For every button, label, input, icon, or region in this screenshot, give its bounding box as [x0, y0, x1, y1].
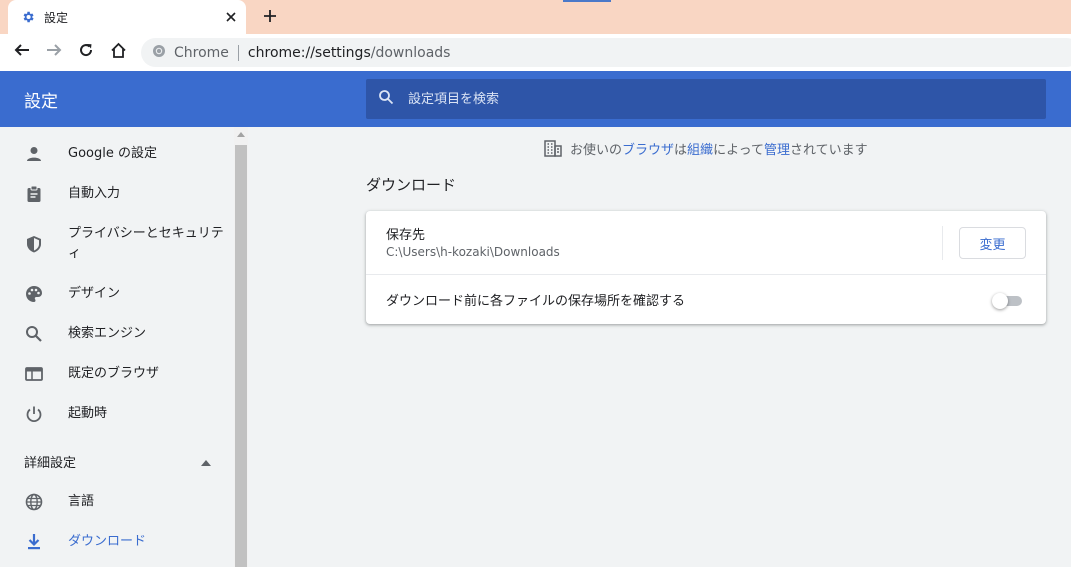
search-icon: [24, 324, 44, 344]
building-icon: [544, 140, 562, 158]
arrow-left-icon: [14, 42, 30, 62]
address-bar[interactable]: Chrome chrome://settings/downloads: [141, 38, 1071, 67]
scroll-up-arrow-icon[interactable]: [237, 132, 245, 137]
browser-toolbar: Chrome chrome://settings/downloads: [0, 34, 1071, 71]
sidebar-item-downloads[interactable]: ダウンロード: [0, 532, 234, 552]
globe-icon: [24, 492, 44, 512]
sidebar-item-languages[interactable]: 言語: [0, 492, 234, 512]
palette-icon: [24, 284, 44, 304]
managed-notice-middle1: は: [674, 143, 688, 158]
forward-button[interactable]: [42, 40, 66, 64]
sidebar-item-default-browser[interactable]: 既定のブラウザ: [0, 364, 234, 384]
chrome-logo-icon: [152, 44, 166, 62]
sidebar-item-google[interactable]: Google の設定: [0, 144, 234, 164]
gear-icon: [20, 9, 36, 25]
tab-strip-indicator: [563, 0, 611, 2]
managed-notice: お使いの ブラウザは組織 によって 管理 されています: [544, 139, 868, 158]
home-button[interactable]: [106, 40, 130, 64]
sidebar-item-appearance[interactable]: デザイン: [0, 284, 234, 304]
sidebar-item-label: ダウンロード: [68, 534, 147, 549]
sidebar-advanced-label[interactable]: 詳細設定: [24, 452, 76, 471]
sidebar-item-label: プライバシーとセキュリティ: [68, 226, 224, 261]
tab-strip: 設定: [0, 0, 1071, 34]
sidebar-item-search-engine[interactable]: 検索エンジン: [0, 324, 234, 344]
toggle-knob: [992, 293, 1008, 309]
url-host: chrome://settings: [247, 44, 371, 61]
url-path: /downloads: [370, 44, 451, 61]
back-button[interactable]: [10, 40, 34, 64]
settings-search-input[interactable]: [406, 90, 1006, 108]
managed-notice-prefix: お使いの: [570, 143, 623, 158]
ask-location-label: ダウンロード前に各ファイルの保存場所を確認する: [386, 294, 686, 309]
ask-location-toggle[interactable]: [992, 293, 1024, 309]
sidebar-item-autofill[interactable]: 自動入力: [0, 184, 234, 204]
url-text: chrome://settings/downloads: [248, 45, 451, 61]
close-icon[interactable]: [222, 8, 240, 26]
shield-icon: [24, 234, 44, 254]
scrollbar-thumb[interactable]: [235, 145, 247, 567]
sidebar-item-label: 自動入力: [68, 186, 121, 201]
tab-title: 設定: [44, 10, 69, 25]
plus-icon: [263, 8, 277, 27]
settings-main: お使いの ブラウザは組織 によって 管理 されています ダウンロード 保存先 C:\Us…: [248, 127, 1071, 567]
managed-link[interactable]: 管理: [764, 139, 790, 158]
organization-link[interactable]: 組織: [687, 139, 713, 158]
arrow-right-icon: [46, 42, 62, 62]
downloads-card: 保存先 C:\Users\h-kozaki\Downloads 変更 ダウンロー…: [366, 211, 1046, 324]
settings-sidebar: Google の設定 自動入力 プライバシーとセキュリティ デザイン 検索エンジ…: [0, 127, 234, 567]
tab-settings[interactable]: 設定: [8, 0, 246, 34]
settings-search-box[interactable]: [366, 79, 1046, 119]
power-icon: [24, 404, 44, 424]
download-location-path: C:\Users\h-kozaki\Downloads: [386, 245, 560, 259]
sidebar-item-label: Google の設定: [68, 146, 157, 161]
download-location-label: 保存先: [386, 228, 426, 243]
browser-window-icon: [24, 364, 44, 384]
sidebar-item-on-startup[interactable]: 起動時: [0, 404, 234, 424]
sidebar-scrollbar[interactable]: [234, 127, 248, 567]
reload-icon: [78, 42, 94, 62]
section-title: ダウンロード: [366, 176, 457, 194]
ask-location-row[interactable]: ダウンロード前に各ファイルの保存場所を確認する: [366, 275, 1046, 324]
browser-link[interactable]: ブラウザ: [622, 139, 674, 158]
download-icon: [24, 532, 44, 552]
sidebar-item-label: 起動時: [68, 406, 108, 421]
sidebar-item-label: デザイン: [68, 286, 121, 301]
managed-notice-suffix: されています: [790, 143, 868, 158]
settings-header: 設定: [0, 71, 1071, 127]
download-location-row: 保存先 C:\Users\h-kozaki\Downloads 変更: [366, 211, 1046, 275]
sidebar-item-label: 既定のブラウザ: [68, 366, 160, 381]
search-icon: [378, 89, 394, 109]
clipboard-icon: [24, 184, 44, 204]
site-chip: Chrome: [174, 44, 229, 61]
row-separator: [942, 226, 943, 260]
reload-button[interactable]: [74, 40, 98, 64]
home-icon: [110, 42, 127, 63]
change-location-button[interactable]: 変更: [959, 227, 1026, 259]
sidebar-item-label: 言語: [68, 494, 95, 509]
address-separator: [237, 44, 239, 61]
triangle-up-icon[interactable]: [200, 457, 212, 469]
managed-notice-middle2: によって: [713, 143, 765, 158]
page-title: 設定: [24, 92, 58, 112]
sidebar-item-label: 検索エンジン: [68, 326, 147, 341]
sidebar-item-privacy[interactable]: プライバシーとセキュリティ: [0, 224, 234, 264]
new-tab-button[interactable]: [258, 5, 282, 29]
person-icon: [24, 144, 44, 164]
